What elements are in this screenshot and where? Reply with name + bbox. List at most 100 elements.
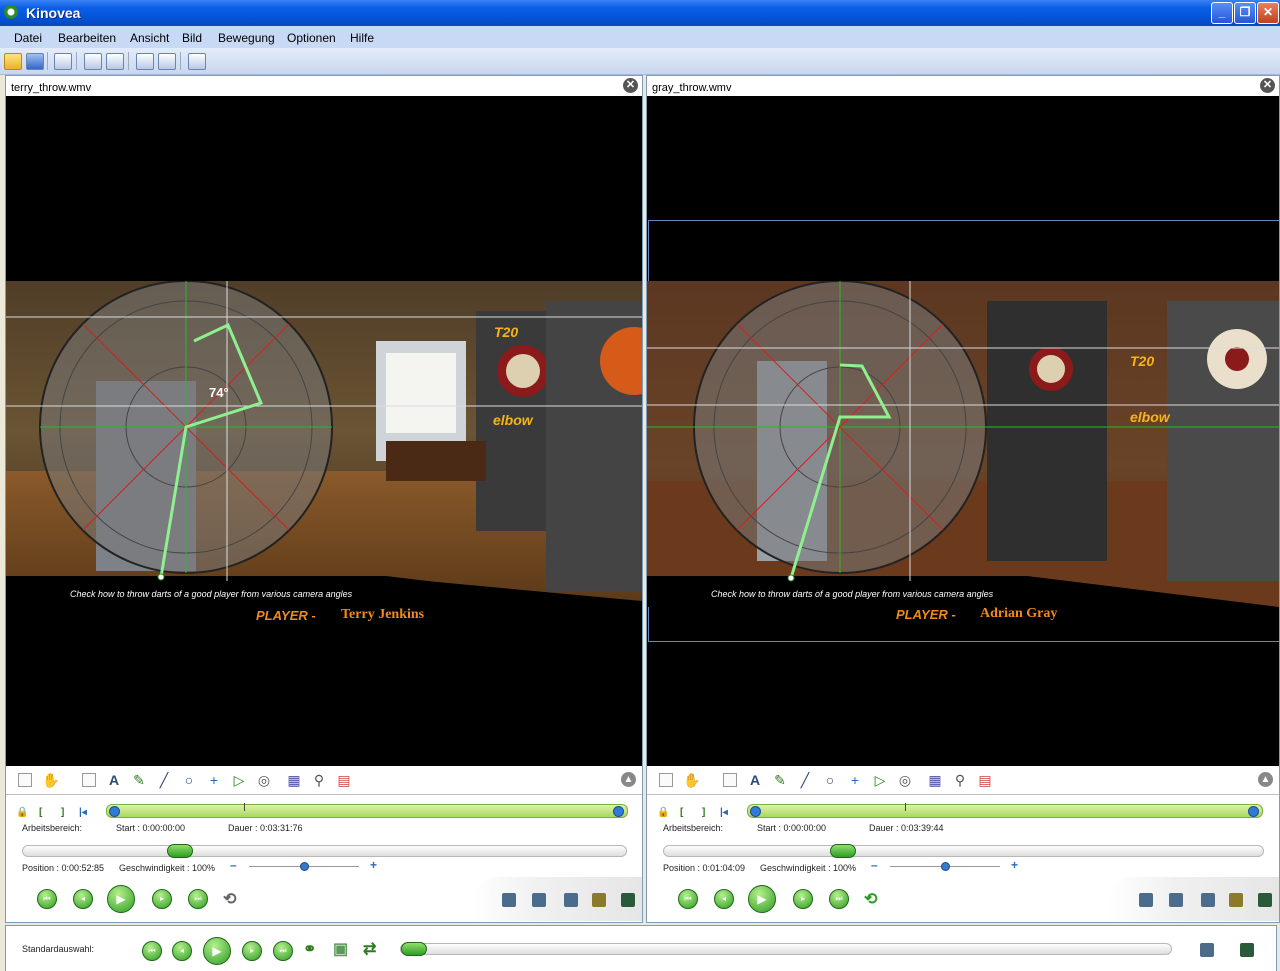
hand-tool-icon[interactable]: ✋ — [683, 773, 700, 787]
speed-slider-knob[interactable] — [941, 862, 950, 871]
previous-frame-button[interactable]: ◂ — [714, 889, 734, 909]
snapshot-icon[interactable] — [502, 893, 516, 907]
video-frame[interactable]: 74° T20 elbow Check how to throw darts o… — [6, 281, 642, 607]
new-key-image-icon[interactable] — [659, 773, 673, 787]
pencil-tool-icon[interactable]: ✎ — [132, 773, 146, 787]
working-zone-start-handle[interactable] — [109, 806, 120, 817]
last-frame-button[interactable]: ⏭ — [829, 889, 849, 909]
swap-screens-icon[interactable] — [188, 53, 206, 70]
working-zone-start-handle[interactable] — [750, 806, 761, 817]
common-next-frame-button[interactable]: ▸ — [242, 941, 262, 961]
angle-tool-icon[interactable]: ▷ — [232, 773, 246, 787]
collapse-panel-icon[interactable]: ▲ — [1258, 772, 1273, 787]
snapshot-icon[interactable] — [1139, 893, 1153, 907]
merge-icon[interactable]: ▣ — [333, 939, 348, 959]
video-frame[interactable]: T20 elbow Check how to throw darts of a … — [647, 281, 1279, 607]
comment-icon[interactable] — [723, 773, 737, 787]
multi-snapshot-icon[interactable] — [1169, 893, 1183, 907]
line-tool-icon[interactable]: ╱ — [798, 773, 812, 787]
menu-ansicht[interactable]: Ansicht — [130, 31, 169, 45]
lock-icon[interactable]: 🔒 — [16, 807, 28, 818]
next-frame-button[interactable]: ▸ — [152, 889, 172, 909]
common-last-frame-button[interactable]: ⏭ — [273, 941, 293, 961]
reset-selection-icon[interactable]: |◂ — [720, 807, 728, 818]
dual-capture-icon[interactable] — [158, 53, 176, 70]
capture-icon[interactable] — [136, 53, 154, 70]
common-position-track[interactable] — [400, 942, 1172, 956]
play-button[interactable]: ▶ — [107, 885, 135, 913]
text-tool-icon[interactable]: A — [107, 773, 121, 787]
menu-optionen[interactable]: Optionen — [287, 31, 336, 45]
angle-tool-icon[interactable]: ▷ — [873, 773, 887, 787]
text-tool-icon[interactable]: A — [748, 773, 762, 787]
selection-end-icon[interactable]: ] — [702, 807, 705, 818]
color-profile-icon[interactable]: ▤ — [337, 773, 351, 787]
video-screen[interactable]: T20 elbow Check how to throw darts of a … — [647, 96, 1279, 766]
magnifier-icon[interactable]: ⚲ — [953, 773, 967, 787]
position-track[interactable] — [663, 844, 1264, 858]
menu-datei[interactable]: Datei — [14, 31, 42, 45]
speed-increase-icon[interactable]: + — [370, 858, 377, 872]
selection-start-icon[interactable]: [ — [39, 807, 42, 818]
working-zone-end-handle[interactable] — [613, 806, 624, 817]
selection-start-icon[interactable]: [ — [680, 807, 683, 818]
next-frame-button[interactable]: ▸ — [793, 889, 813, 909]
previous-frame-button[interactable]: ◂ — [73, 889, 93, 909]
circle-tool-icon[interactable]: ○ — [182, 773, 196, 787]
save-video-icon[interactable] — [564, 893, 578, 907]
first-frame-button[interactable]: ⏮ — [678, 889, 698, 909]
selection-end-icon[interactable]: ] — [61, 807, 64, 818]
chrono-tool-icon[interactable]: ◎ — [257, 773, 271, 787]
speed-slider-knob[interactable] — [300, 862, 309, 871]
loop-icon[interactable]: ⟲ — [864, 889, 877, 909]
export-diaporama-icon[interactable] — [1258, 893, 1272, 907]
cross-marker-icon[interactable]: + — [207, 773, 221, 787]
hand-tool-icon[interactable]: ✋ — [42, 773, 59, 787]
new-key-image-icon[interactable] — [18, 773, 32, 787]
menu-bild[interactable]: Bild — [182, 31, 202, 45]
common-first-frame-button[interactable]: ⏮ — [142, 941, 162, 961]
dual-player-icon[interactable] — [106, 53, 124, 70]
working-zone-timeline[interactable] — [747, 803, 1263, 818]
open-folder-icon[interactable] — [4, 53, 22, 70]
working-zone-timeline[interactable] — [106, 803, 628, 818]
collapse-panel-icon[interactable]: ▲ — [621, 772, 636, 787]
menu-bearbeiten[interactable]: Bearbeiten — [58, 31, 116, 45]
export-diaporama-icon[interactable] — [621, 893, 635, 907]
play-button[interactable]: ▶ — [748, 885, 776, 913]
browser-icon[interactable] — [54, 53, 72, 70]
save-icon[interactable] — [26, 53, 44, 70]
video-screen[interactable]: 74° T20 elbow Check how to throw darts o… — [6, 96, 642, 766]
position-thumb[interactable] — [167, 844, 193, 858]
circle-tool-icon[interactable]: ○ — [823, 773, 837, 787]
lock-icon[interactable]: 🔒 — [657, 807, 669, 818]
swap-icon[interactable]: ⇄ — [363, 939, 376, 959]
multi-snapshot-icon[interactable] — [532, 893, 546, 907]
speed-decrease-icon[interactable]: – — [871, 858, 878, 872]
maximize-button[interactable]: ❐ — [1234, 2, 1256, 24]
loop-icon[interactable]: ⟲ — [223, 889, 236, 909]
magnifier-icon[interactable]: ⚲ — [312, 773, 326, 787]
working-zone-end-handle[interactable] — [1248, 806, 1259, 817]
pencil-tool-icon[interactable]: ✎ — [773, 773, 787, 787]
save-video-icon[interactable] — [1201, 893, 1215, 907]
reset-selection-icon[interactable]: |◂ — [79, 807, 87, 818]
common-snapshot-icon[interactable] — [1200, 943, 1214, 957]
chrono-tool-icon[interactable]: ◎ — [898, 773, 912, 787]
line-tool-icon[interactable]: ╱ — [157, 773, 171, 787]
grid-tool-icon[interactable]: ▦ — [928, 773, 942, 787]
speed-increase-icon[interactable]: + — [1011, 858, 1018, 872]
position-track[interactable] — [22, 844, 627, 858]
first-frame-button[interactable]: ⏮ — [37, 889, 57, 909]
minimize-button[interactable]: _ — [1211, 2, 1233, 24]
save-video-with-drawings-icon[interactable] — [592, 893, 606, 907]
close-player-icon[interactable]: ✕ — [623, 78, 638, 93]
comment-icon[interactable] — [82, 773, 96, 787]
common-position-thumb[interactable] — [401, 942, 427, 956]
close-player-icon[interactable]: ✕ — [1260, 78, 1275, 93]
single-player-icon[interactable] — [84, 53, 102, 70]
close-window-button[interactable]: ✕ — [1257, 2, 1279, 24]
menu-bewegung[interactable]: Bewegung — [218, 31, 275, 45]
grid-tool-icon[interactable]: ▦ — [287, 773, 301, 787]
sync-icon[interactable]: ⚭ — [303, 939, 316, 959]
